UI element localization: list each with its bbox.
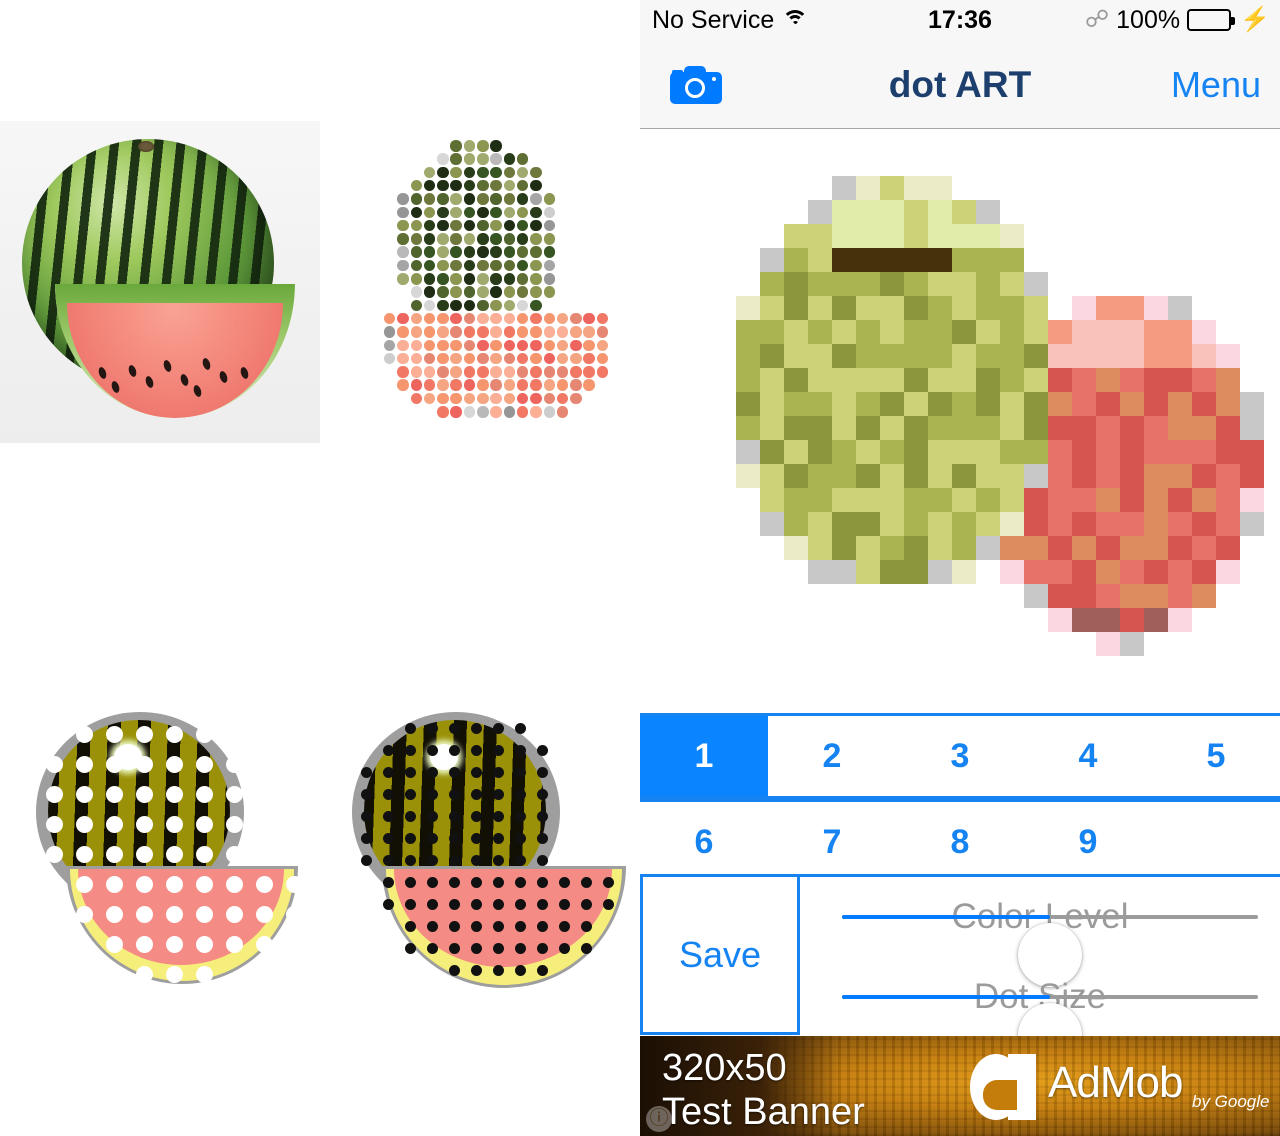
phone-screen: No Service 17:36 ☍ 100% ⚡ dot ART Menu 1… <box>640 0 1280 1136</box>
left-gallery-pane <box>0 0 640 1136</box>
watermelon-stem <box>138 141 154 152</box>
segment-option-8[interactable]: 8 <box>896 802 1024 882</box>
dot-art-preview <box>344 140 629 450</box>
lightning-bolt-icon: ⚡ <box>1240 6 1270 33</box>
battery-icon <box>1187 9 1236 31</box>
navigation-bar: dot ART Menu <box>640 40 1280 129</box>
admob-logo-icon <box>970 1054 1036 1120</box>
ad-line-2: Test Banner <box>662 1091 865 1133</box>
ad-banner[interactable]: 320x50 Test Banner AdMob by Google ⓘ <box>640 1036 1280 1136</box>
segment-option-5[interactable]: 5 <box>1152 716 1280 796</box>
color-level-slider[interactable] <box>842 915 1258 987</box>
dot-pattern-selector: 1 2 3 4 5 6 7 8 9 <box>640 713 1280 882</box>
sliders-group: Color Level Dot Size <box>800 874 1280 1067</box>
dot-size-slider-row: Dot Size <box>800 957 1280 1067</box>
artwork-canvas[interactable] <box>640 130 1280 705</box>
segment-option-6[interactable]: 6 <box>640 802 768 882</box>
segment-option-9[interactable]: 9 <box>1024 802 1152 882</box>
dot-size-slider[interactable] <box>842 995 1258 1067</box>
original-photo <box>0 121 320 443</box>
ad-text: 320x50 Test Banner <box>662 1046 865 1134</box>
app-root: No Service 17:36 ☍ 100% ⚡ dot ART Menu 1… <box>0 0 1280 1136</box>
segment-option-3[interactable]: 3 <box>896 716 1024 796</box>
status-bar-right: ☍ 100% ⚡ <box>1085 6 1270 35</box>
segment-option-7[interactable]: 7 <box>768 802 896 882</box>
battery-percent-label: 100% <box>1116 5 1181 34</box>
dot-grid <box>344 140 629 450</box>
status-bar: No Service 17:36 ☍ 100% ⚡ <box>640 0 1280 40</box>
ad-brand-label: AdMob <box>1048 1058 1183 1107</box>
color-level-slider-row: Color Level <box>800 877 1280 987</box>
segmented-row-2: 6 7 8 9 <box>640 799 1280 882</box>
halftone-white-dots <box>14 706 314 1036</box>
ad-line-1: 320x50 <box>662 1047 787 1089</box>
white-dot-overlay <box>14 706 314 1036</box>
info-icon[interactable]: ⓘ <box>646 1106 672 1132</box>
segment-option-2[interactable]: 2 <box>768 716 896 796</box>
segment-option-1[interactable]: 1 <box>640 716 768 796</box>
black-dot-overlay <box>330 706 630 1036</box>
halftone-black-dots <box>330 706 630 1036</box>
segmented-row-1: 1 2 3 4 5 <box>640 713 1280 799</box>
pixelated-apples <box>640 130 1280 705</box>
bluetooth-icon: ☍ <box>1084 6 1110 33</box>
ad-byline-label: by Google <box>1192 1092 1270 1111</box>
menu-button[interactable]: Menu <box>1171 40 1261 129</box>
save-button[interactable]: Save <box>640 874 800 1035</box>
segment-option-blank <box>1152 802 1280 882</box>
controls-bar: Save Color Level Dot Size <box>640 874 1280 1067</box>
segment-option-4[interactable]: 4 <box>1024 716 1152 796</box>
